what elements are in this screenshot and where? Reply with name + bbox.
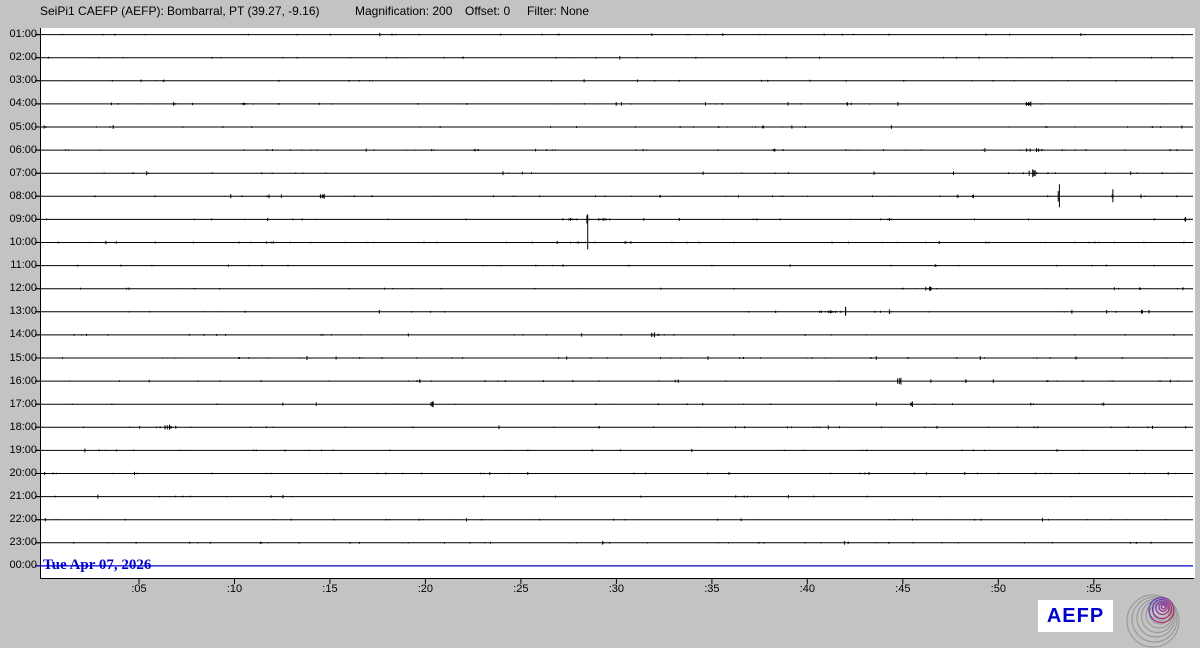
row-label: 13:00: [9, 305, 37, 318]
row-label: 14:00: [9, 328, 37, 341]
row-label: 09:00: [9, 212, 37, 225]
row-label: 12:00: [9, 282, 37, 295]
row-label: 08:00: [9, 189, 37, 202]
x-tick-label: :50: [990, 583, 1006, 595]
row-label: 19:00: [9, 443, 37, 456]
x-tick-label: :40: [799, 583, 815, 595]
row-label: 03:00: [9, 74, 37, 87]
x-tick-label: :30: [608, 583, 625, 595]
row-label: 06:00: [9, 143, 37, 156]
row-label: 01:00: [9, 28, 37, 41]
row-label: 02:00: [9, 51, 37, 64]
row-label: 07:00: [9, 166, 37, 179]
x-tick-label: :10: [226, 583, 243, 595]
x-tick-label: :05: [131, 583, 147, 595]
row-label: 17:00: [9, 397, 37, 410]
x-tick-label: :25: [513, 583, 529, 595]
aefp-logo-box: AEFP: [1038, 600, 1113, 632]
current-date-label: Tue Apr 07, 2026: [43, 557, 152, 573]
helicorder-window: SeiPi1 CAEFP (AEFP): Bombarral, PT (39.2…: [0, 0, 1200, 648]
helicorder-traces[interactable]: [0, 0, 1200, 648]
row-label: 21:00: [9, 490, 37, 503]
row-label: 05:00: [9, 120, 37, 133]
row-label: 20:00: [9, 467, 37, 479]
x-tick-label: :20: [417, 583, 434, 595]
row-label: 22:00: [9, 513, 37, 526]
row-label: 11:00: [10, 259, 37, 272]
x-tick-label: :15: [322, 583, 338, 595]
x-tick-label: :35: [704, 583, 720, 595]
row-label: 15:00: [9, 351, 37, 364]
row-label: 10:00: [9, 236, 37, 248]
x-tick-label: :45: [895, 583, 911, 595]
x-tick-label: :55: [1086, 583, 1102, 595]
row-label: 04:00: [9, 97, 37, 110]
row-label: 16:00: [9, 374, 37, 387]
row-label: 23:00: [9, 536, 37, 549]
row-label: 18:00: [9, 420, 37, 433]
spiral-logo-icon: [1126, 594, 1180, 648]
aefp-logo-text: AEFP: [1046, 604, 1105, 627]
row-label: 00:00: [9, 559, 37, 572]
